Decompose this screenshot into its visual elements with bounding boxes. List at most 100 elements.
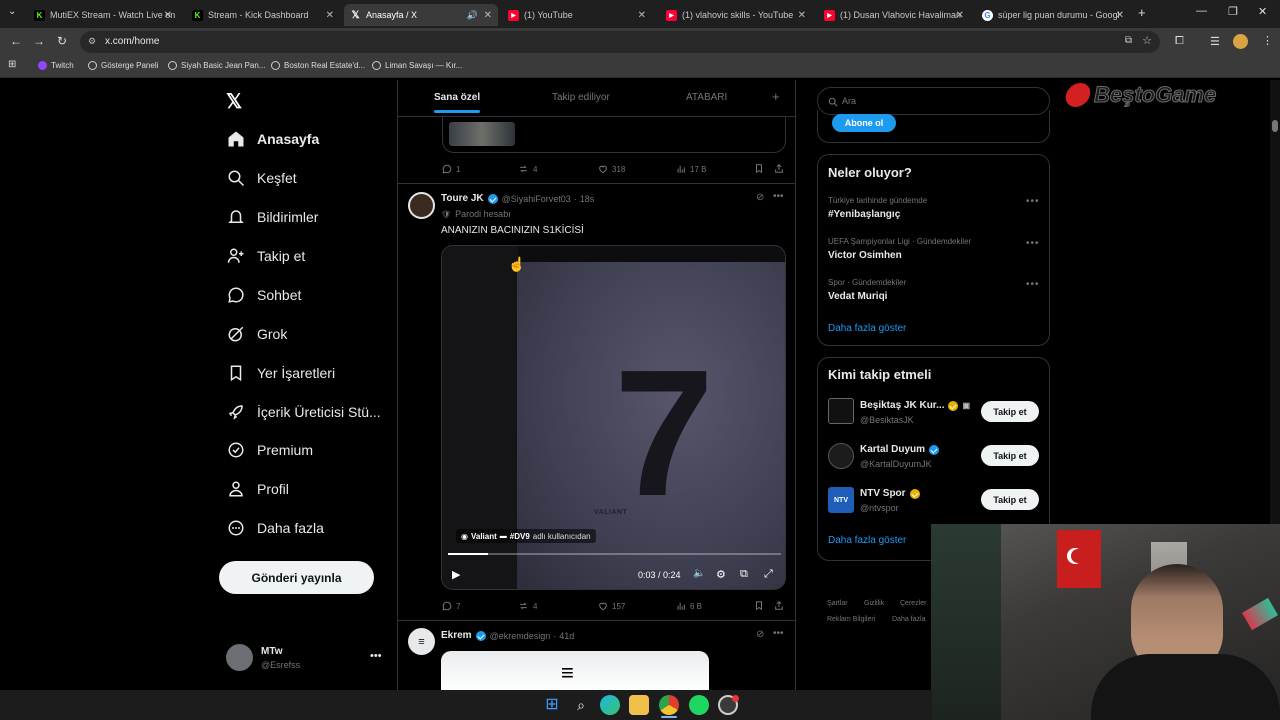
- reading-list-icon[interactable]: ☰: [1210, 35, 1220, 48]
- window-minimize-icon[interactable]: —: [1196, 5, 1207, 17]
- tab-search-chevron-icon[interactable]: ⌄: [8, 6, 16, 17]
- trend-more-icon[interactable]: •••: [1026, 279, 1040, 290]
- author-name[interactable]: Ekrem: [441, 630, 472, 641]
- author-handle[interactable]: @ekremdesign: [490, 631, 551, 641]
- footer-link[interactable]: Gizlilik: [864, 600, 884, 607]
- window-close-icon[interactable]: ✕: [1258, 5, 1267, 18]
- trend-item[interactable]: Vedat Muriqi: [828, 291, 887, 302]
- kartal-duyum-avatar[interactable]: [828, 443, 854, 469]
- browser-tab[interactable]: K MutiEX Stream - Watch Live on ✕: [28, 4, 178, 26]
- volume-icon[interactable]: 🔈: [693, 568, 705, 579]
- bookmark-action[interactable]: [754, 600, 768, 611]
- post-time[interactable]: 41d: [559, 631, 574, 641]
- trend-item[interactable]: #Yenibaşlangıç: [828, 209, 900, 220]
- video-progress-track[interactable]: [448, 553, 781, 555]
- scrollbar-thumb[interactable]: [1272, 120, 1278, 132]
- repost-action[interactable]: 4: [518, 601, 537, 611]
- trend-item[interactable]: Victor Osimhen: [828, 250, 902, 261]
- window-restore-icon[interactable]: ❐: [1228, 5, 1238, 18]
- show-more-follow-link[interactable]: Daha fazla göster: [828, 535, 906, 546]
- fullscreen-icon[interactable]: ⤢: [764, 568, 773, 581]
- footer-link[interactable]: Çerezler: [900, 600, 926, 607]
- sidebar-item-profile[interactable]: Profil: [226, 479, 289, 499]
- tab-close-icon[interactable]: ✕: [638, 10, 646, 21]
- tab-close-icon[interactable]: ✕: [1116, 10, 1124, 21]
- bookmark-item[interactable]: Gösterge Paneli: [88, 61, 158, 70]
- grok-explain-icon[interactable]: ⊘: [756, 192, 764, 203]
- author-avatar[interactable]: [408, 192, 435, 219]
- forward-icon[interactable]: →: [33, 34, 45, 48]
- windows-start-icon[interactable]: ⊞: [542, 695, 562, 715]
- post-image[interactable]: ≡: [441, 651, 709, 690]
- follow-account-name[interactable]: Kartal Duyum: [860, 444, 940, 455]
- repost-action[interactable]: 4: [518, 164, 537, 174]
- author-handle[interactable]: @SiyahiForvet03: [502, 194, 571, 204]
- follow-account-name[interactable]: Beşiktaş JK Kur... ▣: [860, 400, 970, 411]
- search-input[interactable]: [842, 94, 1032, 108]
- sidebar-item-follow[interactable]: Takip et: [226, 246, 305, 266]
- like-action[interactable]: 157: [598, 601, 625, 611]
- browser-tab-active[interactable]: 𝕏 Anasayfa / X 🔊 ✕: [344, 4, 498, 26]
- tab-close-icon[interactable]: ✕: [956, 10, 964, 21]
- author-name[interactable]: Toure JK: [441, 193, 484, 204]
- sidebar-item-chat[interactable]: Sohbet: [226, 285, 301, 305]
- trend-more-icon[interactable]: •••: [1026, 196, 1040, 207]
- post-button[interactable]: Gönderi yayınla: [219, 561, 374, 594]
- chrome-icon[interactable]: [659, 695, 679, 715]
- bookmark-star-icon[interactable]: ☆: [1142, 34, 1152, 47]
- browser-tab[interactable]: K Stream - Kick Dashboard ✕: [186, 4, 340, 26]
- bookmark-item[interactable]: Twitch: [38, 61, 74, 70]
- tab-close-icon[interactable]: ✕: [484, 10, 492, 21]
- views-action[interactable]: 6 B: [676, 601, 702, 611]
- show-more-trends-link[interactable]: Daha fazla göster: [828, 323, 906, 334]
- follow-account-name[interactable]: NTV Spor: [860, 488, 920, 499]
- sidebar-item-premium[interactable]: Premium: [226, 440, 313, 460]
- bookmark-item[interactable]: Liman Savaşı — Kır...: [372, 61, 462, 70]
- tab-close-icon[interactable]: ✕: [798, 10, 806, 21]
- like-action[interactable]: 318: [598, 164, 625, 174]
- footer-link[interactable]: Şartlar: [827, 600, 848, 607]
- site-info-icon[interactable]: ⚙: [88, 36, 96, 47]
- sidebar-item-explore[interactable]: Keşfet: [226, 168, 297, 188]
- sidebar-item-notifications[interactable]: Bildirimler: [226, 207, 318, 227]
- footer-link[interactable]: Daha fazla: [892, 616, 925, 623]
- trend-more-icon[interactable]: •••: [1026, 238, 1040, 249]
- post-more-icon[interactable]: •••: [773, 191, 784, 202]
- bookmark-action[interactable]: [754, 163, 768, 174]
- play-icon[interactable]: ▶: [452, 568, 460, 581]
- tab-following[interactable]: Takip ediliyor: [552, 92, 610, 103]
- ntv-spor-avatar[interactable]: NTV: [828, 487, 854, 513]
- browser-tab[interactable]: ▶ (1) Dusan Vlahovic Havaliman ✕: [818, 4, 970, 26]
- tab-close-icon[interactable]: ✕: [164, 10, 172, 21]
- account-menu-icon[interactable]: •••: [370, 650, 382, 662]
- bookmark-item[interactable]: Boston Real Estate'd...: [271, 61, 365, 70]
- browser-tab[interactable]: ▶ (1) YouTube ✕: [502, 4, 652, 26]
- tab-close-icon[interactable]: ✕: [326, 10, 334, 21]
- footer-link[interactable]: Reklam Bilgileri: [827, 616, 875, 623]
- x-logo-icon[interactable]: 𝕏: [226, 89, 242, 114]
- apps-grid-icon[interactable]: ⊞: [8, 59, 16, 70]
- previous-post-media[interactable]: [442, 116, 786, 153]
- tab-atabari[interactable]: ATABARI: [686, 92, 727, 103]
- reply-action[interactable]: 1: [442, 164, 460, 174]
- post-more-icon[interactable]: •••: [773, 628, 784, 639]
- back-icon[interactable]: ←: [10, 34, 22, 48]
- reload-icon[interactable]: ↻: [57, 34, 67, 48]
- share-action[interactable]: [774, 600, 788, 611]
- post-time[interactable]: 18s: [580, 194, 595, 204]
- browser-tab[interactable]: G süper lig puan durumu - Googl ✕: [976, 4, 1130, 26]
- taskbar-search-icon[interactable]: ⌕: [571, 695, 591, 715]
- sidebar-item-home[interactable]: Anasayfa: [226, 129, 319, 149]
- cast-icon[interactable]: ⧉: [1125, 35, 1132, 46]
- besiktas-avatar[interactable]: [828, 398, 854, 424]
- previous-post-thumbnail[interactable]: [449, 122, 515, 146]
- sidebar-item-more[interactable]: Daha fazla: [226, 518, 324, 538]
- bookmark-item[interactable]: Siyah Basic Jean Pan...: [168, 61, 266, 70]
- add-tab-icon[interactable]: +: [772, 89, 780, 104]
- views-action[interactable]: 17 B: [676, 164, 706, 174]
- video-attribution[interactable]: ◉ Valiant ▬ #DV9 adlı kullanıcıdan: [456, 529, 596, 543]
- account-avatar[interactable]: [226, 644, 253, 671]
- follow-button[interactable]: Takip et: [981, 401, 1039, 422]
- url-text[interactable]: x.com/home: [105, 36, 159, 47]
- video-player[interactable]: 7 VALIANT ◉ Valiant ▬ #DV9 adlı kullanıc…: [441, 245, 786, 590]
